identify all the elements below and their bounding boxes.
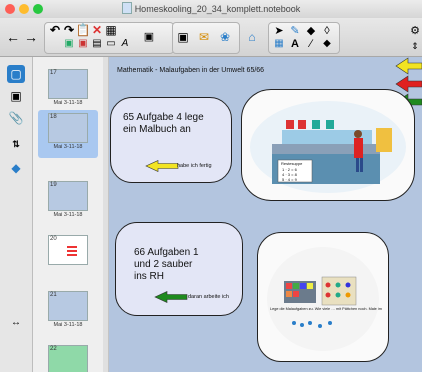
select-icon[interactable]: ➤	[272, 24, 286, 38]
fill-icon[interactable]: ◆	[320, 38, 334, 50]
thumbnail-number: 17	[50, 70, 57, 76]
fill-tool-icon[interactable]: ▦	[272, 38, 286, 50]
paste-icon[interactable]: 📋	[76, 23, 91, 37]
capture-icon[interactable]: ▣	[175, 29, 191, 45]
undo-icon[interactable]: ↶	[48, 23, 62, 37]
task-title-line2: ein Malbuch an	[123, 124, 191, 135]
page-add-icon[interactable]: ▣	[76, 38, 90, 50]
line-icon[interactable]: ∕	[304, 38, 318, 50]
thumbnail-label: Mai 3-11-18	[53, 322, 83, 328]
whiteboard-canvas[interactable]: Mathematik - Malaufgaben in der Umwelt 6…	[109, 57, 422, 372]
thumbnail-20[interactable]: 20	[48, 235, 88, 265]
settings-icon[interactable]: ⚙	[408, 24, 422, 38]
game-illustration	[267, 247, 379, 351]
screen-icon[interactable]: ▭	[104, 38, 118, 50]
window-title-text: Homeskooling_20_34_komplett.notebook	[134, 4, 301, 14]
properties-icon[interactable]: ⇅	[7, 135, 25, 153]
thumbnail-21[interactable]: 21	[48, 291, 88, 321]
sidebar-tabs: ▢ ▣ 📎 ⇅ ◆ ↔	[0, 57, 33, 372]
board-line-3: 5 · 4 = 9	[282, 177, 297, 182]
gallery-icon[interactable]: ✉	[196, 29, 212, 45]
thumbnail-grid-graphic	[67, 246, 77, 258]
eraser-icon[interactable]: ◆	[304, 24, 318, 38]
thumbnail-22[interactable]: 22	[48, 345, 88, 372]
thumbnail-number: 21	[50, 292, 57, 298]
exercise-caption: Lege die Malaufgaben zu. Wie viele … mit…	[270, 307, 382, 311]
back-icon[interactable]: ←	[4, 28, 22, 46]
page-title: Mathematik - Malaufgaben in der Umwelt 6…	[117, 67, 265, 74]
thumbnail-label: Mai 3-11-18	[53, 100, 83, 106]
thumbnail-number: 22	[50, 346, 57, 352]
task-title-line2: und 2 sauber	[134, 259, 193, 270]
thumbnail-17[interactable]: 17	[48, 69, 88, 99]
window-title: Homeskooling_20_34_komplett.notebook	[0, 2, 422, 14]
task-title-line1: 65 Aufgabe 4 lege	[123, 112, 204, 123]
forward-icon[interactable]: →	[22, 28, 40, 46]
task-title-line3: ins RH	[134, 271, 165, 282]
page-icon[interactable]: ▣	[62, 38, 76, 50]
thumbnail-number: 20	[50, 236, 57, 242]
toolbar: ← → ↶ ↷ 📋 ✕ ▦ ▣ ▣ ▤ ▭ A ▣ ▣ ✉ ❀ ⌂ ➤ ✎ ◆ …	[0, 18, 422, 57]
save-icon[interactable]: ▤	[90, 38, 104, 50]
thumbnail-number: 18	[50, 114, 57, 120]
game-illustration-card[interactable]: Lege die Malaufgaben zu. Wie viele … mit…	[257, 232, 389, 362]
title-bar: Homeskooling_20_34_komplett.notebook	[0, 0, 422, 19]
yellow-arrow-icon	[395, 57, 422, 75]
task-status-text: habe ich fertig	[177, 163, 212, 169]
page-sorter: 17 Mai 3-11-18 18 Mai 3-11-18 19 Mai 3-1…	[33, 57, 104, 372]
task-card-66[interactable]: 66 Aufgaben 1 und 2 sauber ins RH daran …	[115, 222, 243, 316]
kitchen-illustration-card[interactable]: Restesuppe 1 · 2 = 6 4 · 3 = 8 5 · 4 = 9	[241, 89, 415, 201]
document-icon	[121, 2, 132, 14]
handwriting-icon[interactable]: A	[118, 38, 132, 50]
thumbnail-label: Mai 3-11-18	[53, 144, 83, 150]
addon-icon[interactable]: ❀	[217, 29, 233, 45]
kitchen-illustration	[250, 101, 406, 193]
task-title-line1: 66 Aufgaben 1	[134, 247, 199, 258]
pen-icon[interactable]: ✎	[288, 24, 302, 38]
thumbnail-label: Mai 3-11-18	[53, 212, 83, 218]
page-sorter-icon[interactable]: ▢	[7, 65, 25, 83]
table-icon[interactable]: ▦	[104, 23, 118, 37]
red-arrow-icon	[395, 75, 422, 93]
yellow-status-arrow-icon	[145, 160, 179, 172]
attachments-icon[interactable]: 📎	[7, 109, 25, 127]
shape-icon[interactable]: ◊	[320, 24, 334, 38]
collapse-sidebar-icon[interactable]: ↔	[7, 313, 25, 331]
home-icon[interactable]: ⌂	[244, 29, 260, 45]
task-status-text: daran arbeite ich	[188, 294, 229, 300]
text-icon[interactable]: A	[288, 38, 302, 50]
redo-icon[interactable]: ↷	[62, 23, 76, 37]
thumbnail-18[interactable]: 18	[48, 113, 88, 143]
gallery-tab-icon[interactable]: ▣	[7, 87, 25, 105]
delete-icon[interactable]: ✕	[90, 23, 104, 37]
expand-icon[interactable]: ⇕	[408, 40, 422, 52]
screen-shade-icon[interactable]: ▣	[140, 28, 158, 46]
thumbnail-19[interactable]: 19	[48, 181, 88, 211]
green-status-arrow-icon	[154, 291, 188, 303]
thumbnail-number: 19	[50, 182, 57, 188]
addons-tab-icon[interactable]: ◆	[7, 159, 25, 177]
kitchen-note: Restesuppe	[281, 161, 303, 166]
task-card-65[interactable]: 65 Aufgabe 4 lege ein Malbuch an habe ic…	[110, 97, 232, 183]
